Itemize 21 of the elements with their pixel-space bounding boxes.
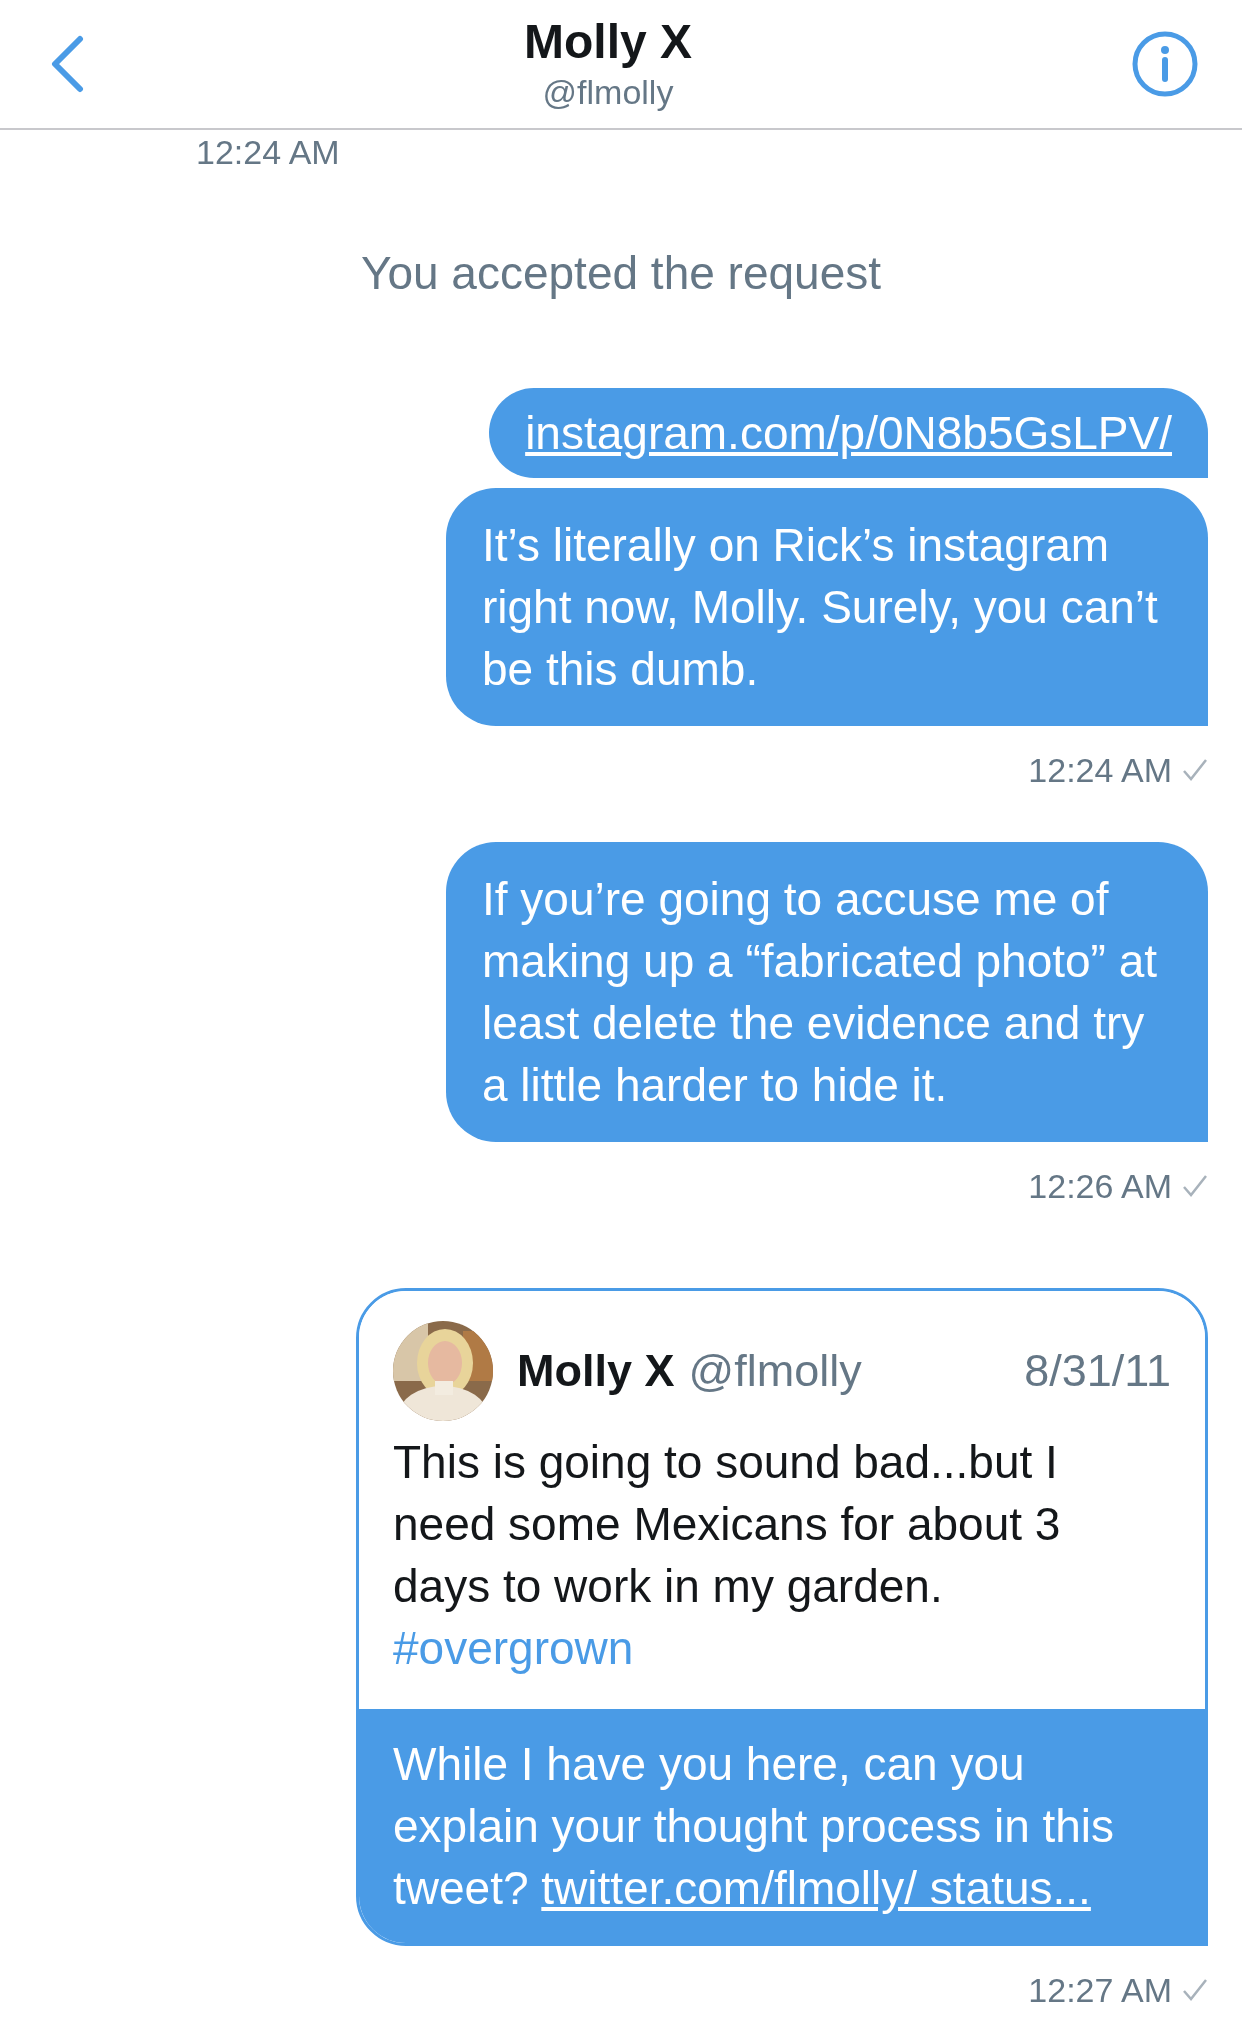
tweet-text: This is going to sound bad...but I need some Mexicans for about 3 days to work in my garden. xyxy=(393,1435,1062,1614)
tweet-handle: @flmolly xyxy=(688,1345,862,1397)
tweet-date: 8/31/11 xyxy=(1024,1345,1171,1397)
system-message: You accepted the request xyxy=(360,246,881,300)
tweet-author: Molly X xyxy=(517,1345,675,1397)
message-time: 12:27 AM xyxy=(1028,1970,1172,2010)
hashtag-link[interactable]: #overgrown xyxy=(393,1617,634,1679)
contact-name: Molly X xyxy=(524,14,692,70)
message-bubble: It’s literally on Rick’s instagram right now, Molly. Surely, you can’t be this dumb. xyxy=(446,488,1208,726)
info-button[interactable] xyxy=(1132,31,1198,97)
message-time: 12:26 AM xyxy=(1028,1166,1172,1206)
message-time: 12:24 AM xyxy=(1028,750,1172,790)
message-link[interactable]: twitter.com/flmolly/ status... xyxy=(541,1862,1091,1914)
contact-handle: @flmolly xyxy=(542,72,674,113)
message-time: 12:24 AM xyxy=(196,132,340,172)
back-icon xyxy=(50,35,84,93)
info-icon xyxy=(1132,31,1198,97)
message-text: While I have you here, can you explain your thought process in this tweet? twitter.com/flmolly/ status... xyxy=(359,1709,1205,1943)
message-bubble: If you’re going to accuse me of making up a “fabricated photo” at least delete the evidence and try a little harder to hide it. xyxy=(446,842,1208,1142)
message-link[interactable]: instagram.com/p/0N8b5GsLPV/ xyxy=(525,407,1172,459)
back-button[interactable] xyxy=(50,35,84,93)
